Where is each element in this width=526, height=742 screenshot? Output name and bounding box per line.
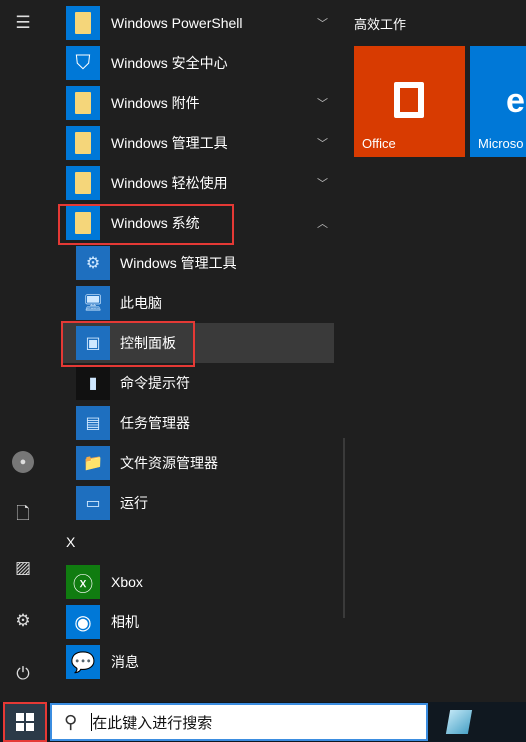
app-list-item[interactable]: ▭ 运行 — [62, 483, 334, 523]
xbox-icon: ⓧ — [66, 565, 100, 599]
edge-icon: e — [506, 82, 525, 120]
user-icon[interactable]: ● — [8, 447, 38, 477]
app-list-item[interactable]: ▣ 控制面板 — [62, 323, 334, 363]
chevron-down-icon[interactable]: ﹀ — [317, 95, 328, 111]
app-label: 任务管理器 — [120, 415, 190, 431]
app-tile — [66, 126, 100, 160]
app-list-item[interactable]: ⛉ Windows 安全中心 — [62, 43, 334, 83]
app-label: 消息 — [111, 654, 139, 670]
control-panel-icon: ▣ — [76, 326, 110, 360]
app-label: Windows 系统 — [111, 215, 200, 231]
folder-icon — [75, 132, 91, 154]
chevron-down-icon[interactable]: ﹀ — [317, 135, 328, 151]
windows-logo-icon — [16, 713, 34, 731]
taskbar-app-icon[interactable] — [445, 710, 473, 734]
folder-icon — [75, 12, 91, 34]
camera-icon: ◉ — [66, 605, 100, 639]
app-label: 相机 — [111, 614, 139, 630]
app-label: 控制面板 — [120, 335, 176, 351]
search-placeholder[interactable]: 在此键入进行搜索 — [92, 712, 212, 733]
start-button[interactable] — [4, 702, 46, 742]
chevron-up-icon[interactable]: ︿ — [317, 215, 328, 231]
app-list-item[interactable]: Windows 附件 ﹀ — [62, 83, 334, 123]
search-box[interactable]: ⚲ 在此键入进行搜索 — [50, 703, 428, 741]
scrollbar[interactable] — [343, 438, 345, 618]
office-icon — [394, 82, 424, 118]
run-icon: ▭ — [76, 486, 110, 520]
app-label: Xbox — [111, 574, 143, 590]
app-list-item[interactable]: 🖥 此电脑 — [62, 283, 334, 323]
document-icon[interactable]: 🗋 — [8, 500, 38, 530]
app-label: 命令提示符 — [120, 375, 190, 391]
app-list-item[interactable]: Windows 系统 ︿ — [62, 203, 334, 243]
folder-icon — [75, 212, 91, 234]
app-label: 文件资源管理器 — [120, 455, 218, 471]
tile-label: Microso — [478, 136, 524, 151]
search-icon: ⚲ — [64, 711, 78, 732]
app-label: Windows 管理工具 — [120, 255, 237, 271]
app-tile: ⛉ — [66, 46, 100, 80]
app-list-item[interactable]: ◉ 相机 — [62, 602, 334, 642]
app-label: Windows 附件 — [111, 95, 200, 111]
power-icon[interactable]: ⏻ — [8, 659, 38, 689]
app-tile — [66, 86, 100, 120]
app-list-item[interactable]: 💬 消息 — [62, 642, 334, 682]
folder-icon — [75, 172, 91, 194]
admin-tools-icon: ⚙ — [76, 246, 110, 280]
app-list-item[interactable]: ⓧ Xbox — [62, 562, 334, 602]
tile-label: Office — [362, 136, 396, 151]
start-rail: ☰ ● 🗋 ▨ ⚙ ⏻ — [0, 0, 46, 702]
chevron-down-icon[interactable]: ﹀ — [317, 15, 328, 31]
app-label: 此电脑 — [120, 295, 162, 311]
app-label: Windows PowerShell — [111, 15, 243, 31]
file-explorer-icon: 📁 — [76, 446, 110, 480]
taskbar: ⚲ 在此键入进行搜索 — [0, 702, 526, 742]
app-list-item[interactable]: ▮ 命令提示符 — [62, 363, 334, 403]
app-tile — [66, 166, 100, 200]
app-label: Windows 管理工具 — [111, 135, 228, 151]
chevron-down-icon[interactable]: ﹀ — [317, 175, 328, 191]
app-label: 运行 — [120, 495, 148, 511]
this-pc-icon: 🖥 — [76, 286, 110, 320]
command-prompt-icon: ▮ — [76, 366, 110, 400]
folder-icon — [75, 92, 91, 114]
app-list-item[interactable]: ▤ 任务管理器 — [62, 403, 334, 443]
app-tile — [66, 206, 100, 240]
shield-icon: ⛉ — [75, 51, 91, 74]
edge-tile[interactable]: e Microso — [470, 46, 526, 157]
app-tile — [66, 6, 100, 40]
app-list-item[interactable]: ⚙ Windows 管理工具 — [62, 243, 334, 283]
office-tile[interactable]: Office — [354, 46, 465, 157]
settings-icon[interactable]: ⚙ — [8, 606, 38, 636]
section-header-x[interactable]: X — [66, 534, 75, 550]
task-manager-icon: ▤ — [76, 406, 110, 440]
app-label: Windows 安全中心 — [111, 55, 228, 71]
tile-group-title: 高效工作 — [354, 17, 407, 32]
app-list-item[interactable]: Windows 管理工具 ﹀ — [62, 123, 334, 163]
app-label: Windows 轻松使用 — [111, 175, 228, 191]
messaging-icon: 💬 — [66, 645, 100, 679]
app-list-item[interactable]: Windows 轻松使用 ﹀ — [62, 163, 334, 203]
app-list-item[interactable]: Windows PowerShell ﹀ — [62, 3, 334, 43]
hamburger-menu-icon[interactable]: ☰ — [8, 8, 38, 38]
pictures-icon[interactable]: ▨ — [8, 553, 38, 583]
app-list-item[interactable]: 📁 文件资源管理器 — [62, 443, 334, 483]
